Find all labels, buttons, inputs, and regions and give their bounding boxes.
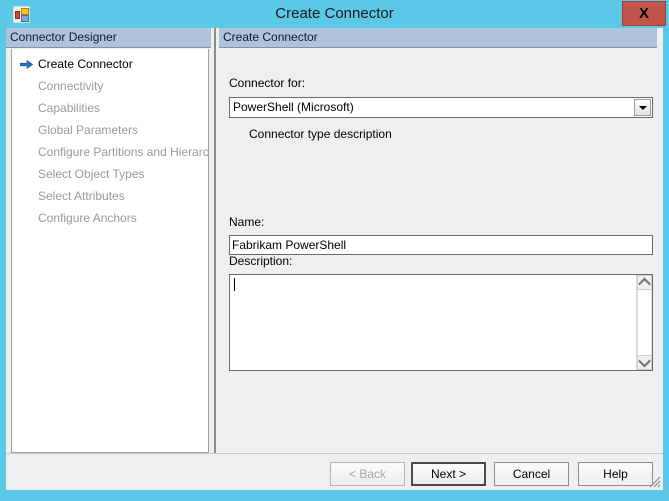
sidebar-item-label: Select Object Types bbox=[38, 167, 145, 181]
sidebar: Connector Designer Create Connector Conn… bbox=[6, 28, 211, 453]
sidebar-step-list: Create Connector Connectivity Capabiliti… bbox=[11, 49, 209, 453]
dialog-footer: < Back Next > Cancel Help bbox=[6, 453, 663, 490]
sidebar-item-configure-partitions-and-hierarchies[interactable]: Configure Partitions and Hierarchies bbox=[12, 141, 208, 163]
connector-for-combobox[interactable]: PowerShell (Microsoft) bbox=[229, 97, 653, 118]
current-step-arrow-icon bbox=[20, 60, 33, 69]
sidebar-item-connectivity[interactable]: Connectivity bbox=[12, 75, 208, 97]
sidebar-header: Connector Designer bbox=[6, 28, 211, 48]
sidebar-item-label: Select Attributes bbox=[38, 189, 125, 203]
sidebar-item-label: Connectivity bbox=[38, 79, 104, 93]
panel-splitter[interactable] bbox=[211, 28, 219, 453]
next-button[interactable]: Next > bbox=[411, 462, 486, 486]
sidebar-item-global-parameters[interactable]: Global Parameters bbox=[12, 119, 208, 141]
description-label: Description: bbox=[229, 254, 293, 268]
chevron-down-icon[interactable] bbox=[634, 99, 651, 116]
connector-type-description: Connector type description bbox=[249, 127, 392, 141]
sidebar-item-configure-anchors[interactable]: Configure Anchors bbox=[12, 207, 208, 229]
main-panel-header: Create Connector bbox=[219, 28, 657, 48]
sidebar-item-label: Create Connector bbox=[38, 57, 133, 71]
title-bar: Create Connector X bbox=[0, 0, 669, 28]
main-panel-body: Connector for: PowerShell (Microsoft) Co… bbox=[219, 49, 657, 453]
sidebar-item-capabilities[interactable]: Capabilities bbox=[12, 97, 208, 119]
connector-for-selected-value: PowerShell (Microsoft) bbox=[233, 100, 354, 114]
scroll-down-icon[interactable] bbox=[637, 354, 652, 370]
name-input[interactable] bbox=[229, 235, 653, 255]
cancel-button[interactable]: Cancel bbox=[494, 462, 569, 486]
sidebar-item-label: Capabilities bbox=[38, 101, 101, 115]
sidebar-item-select-attributes[interactable]: Select Attributes bbox=[12, 185, 208, 207]
sidebar-item-label: Configure Anchors bbox=[38, 211, 137, 225]
sidebar-item-select-object-types[interactable]: Select Object Types bbox=[12, 163, 208, 185]
sidebar-item-create-connector[interactable]: Create Connector bbox=[12, 53, 208, 75]
help-button[interactable]: Help bbox=[578, 462, 653, 486]
main-panel: Create Connector Connector for: PowerShe… bbox=[219, 28, 663, 453]
description-scrollbar[interactable] bbox=[636, 275, 652, 370]
client-area: Connector Designer Create Connector Conn… bbox=[6, 28, 663, 490]
window-title: Create Connector bbox=[275, 5, 394, 22]
text-caret bbox=[234, 278, 235, 291]
description-textarea[interactable] bbox=[229, 274, 653, 371]
create-connector-window: Create Connector X Connector Designer Cr… bbox=[0, 0, 669, 501]
resize-grip-icon[interactable] bbox=[647, 474, 661, 488]
back-button[interactable]: < Back bbox=[330, 462, 405, 486]
scroll-up-icon[interactable] bbox=[637, 275, 652, 291]
connector-for-label: Connector for: bbox=[229, 76, 306, 90]
sidebar-item-label: Global Parameters bbox=[38, 123, 139, 137]
scrollbar-track[interactable] bbox=[637, 290, 652, 355]
close-button[interactable]: X bbox=[622, 1, 666, 26]
name-label: Name: bbox=[229, 215, 265, 229]
sidebar-item-label: Configure Partitions and Hierarchies bbox=[38, 145, 208, 159]
